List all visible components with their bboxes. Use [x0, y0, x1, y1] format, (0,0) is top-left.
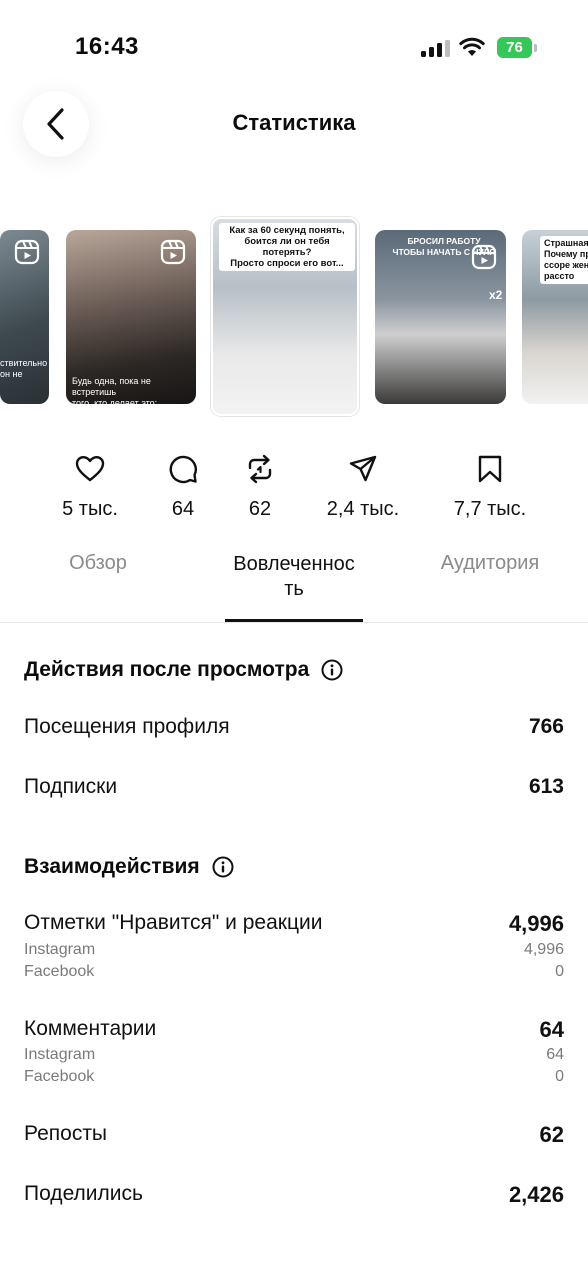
tab-overview[interactable]: Обзор: [38, 552, 158, 575]
reels-icon: [160, 239, 186, 265]
likes-instagram-label: Instagram: [24, 941, 96, 958]
reel-caption: ствительно он не: [0, 358, 48, 379]
reel-thumbnail[interactable]: Будь одна, пока не встретишь того, кто д…: [66, 230, 196, 404]
share-icon: [349, 455, 377, 482]
reposts-value: 62: [539, 1122, 564, 1147]
section-title-text: Взаимодействия: [24, 855, 200, 878]
wifi-icon: [459, 37, 485, 56]
comment-icon: [169, 455, 197, 484]
section-title-text: Действия после просмотра: [24, 658, 310, 681]
battery-percent: 76: [506, 39, 523, 56]
reels-icon: [329, 233, 355, 259]
comments-value: 64: [539, 1017, 564, 1042]
profile-visits-label: Посещения профиля: [24, 715, 230, 738]
info-icon[interactable]: [212, 856, 234, 878]
bookmark-icon: [478, 455, 502, 483]
status-bar: 16:43 76: [0, 0, 588, 84]
battery-icon: 76: [497, 37, 537, 58]
follows-value: 613: [528, 775, 564, 798]
reels-carousel: ствительно он не Будь одна, пока не встр…: [0, 215, 588, 420]
likes-instagram-value: 4,996: [523, 941, 564, 958]
metric-reposts: 62: [200, 452, 320, 521]
comments-facebook-value: 0: [555, 1068, 564, 1085]
likes-value: 4,996: [508, 911, 564, 936]
reel-thumbnail[interactable]: БРОСИЛ РАБОТУ ЧТОБЫ НАЧАТЬ С НУЛЯ x2: [375, 230, 506, 404]
reel-caption: Будь одна, пока не встретишь того, кто д…: [72, 376, 158, 404]
tab-engagement[interactable]: Вовлеченнос ть: [220, 552, 368, 602]
heart-icon: [75, 456, 105, 482]
metric-value: 7,7 тыс.: [453, 498, 527, 520]
reel-thumbnail[interactable]: Страшная Почему пр ссоре жен рассто: [522, 230, 588, 404]
profile-visits-value: 766: [528, 715, 564, 738]
shares-value: 2,426: [508, 1182, 564, 1207]
metric-saves: 7,7 тыс.: [430, 452, 550, 521]
likes-facebook-label: Facebook: [24, 963, 95, 980]
tab-audience[interactable]: Аудитория: [420, 552, 560, 575]
comments-instagram-value: 64: [546, 1046, 564, 1063]
reel-badge: x2: [489, 288, 503, 302]
section-title-interactions: Взаимодействия: [24, 855, 234, 879]
info-icon[interactable]: [321, 659, 343, 681]
reposts-label: Репосты: [24, 1122, 108, 1145]
metric-shares: 2,4 тыс.: [303, 452, 423, 521]
repost-icon: [248, 454, 272, 484]
comments-label: Комментарии: [24, 1017, 157, 1040]
signal-icon: [421, 40, 451, 57]
comments-facebook-label: Facebook: [24, 1068, 95, 1085]
metric-value: 2,4 тыс.: [326, 498, 400, 520]
reel-thumbnail[interactable]: ствительно он не: [0, 230, 49, 404]
section-title-after-view: Действия после просмотра: [24, 658, 343, 682]
comments-instagram-label: Instagram: [24, 1046, 96, 1063]
status-time: 16:43: [75, 33, 139, 60]
reel-thumbnail-selected[interactable]: Как за 60 секунд понять, боится ли он те…: [211, 217, 359, 416]
follows-label: Подписки: [24, 775, 118, 798]
reel-caption: Страшная Почему пр ссоре жен рассто: [540, 236, 588, 284]
divider: [0, 622, 588, 623]
reels-icon: [14, 239, 40, 265]
reels-icon: [471, 244, 497, 270]
page-title: Статистика: [232, 110, 356, 135]
likes-facebook-value: 0: [555, 963, 564, 980]
likes-label: Отметки "Нравится" и реакции: [24, 911, 323, 934]
metric-value: 62: [248, 498, 272, 520]
shares-label: Поделились: [24, 1182, 143, 1205]
